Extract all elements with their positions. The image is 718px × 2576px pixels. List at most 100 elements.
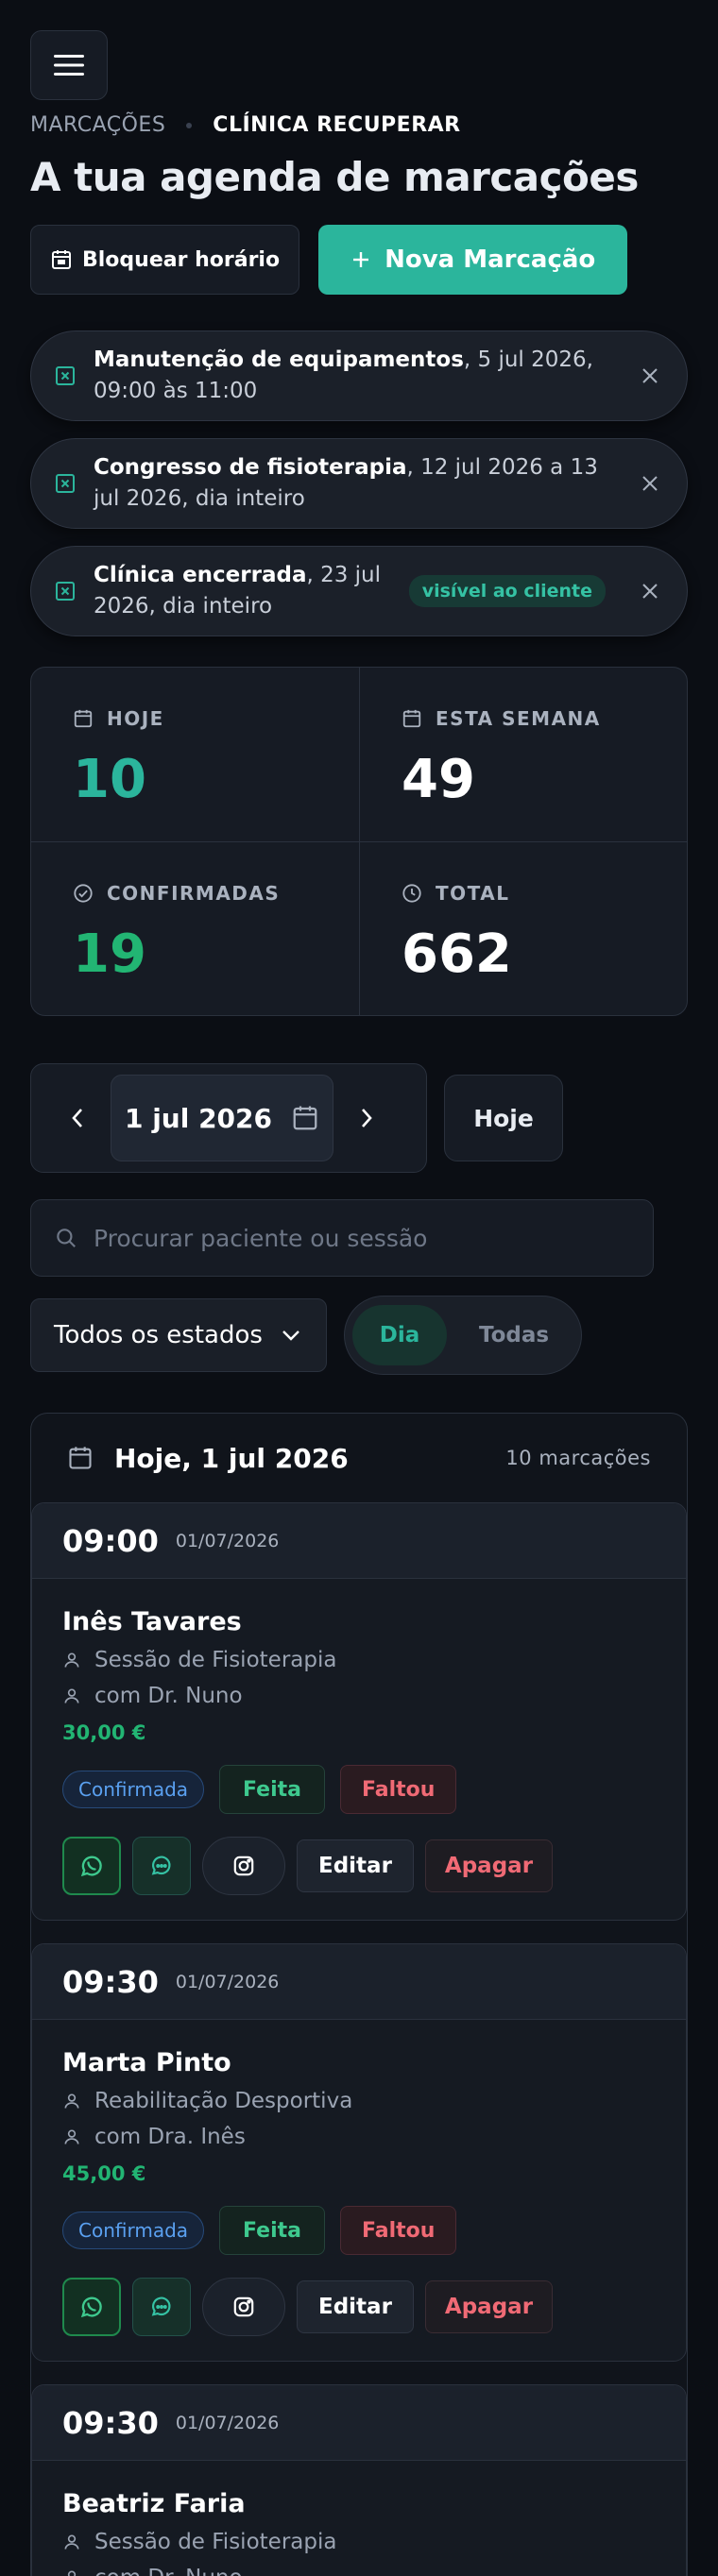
close-icon[interactable]: [640, 581, 660, 602]
appointment-header: 09:30 01/07/2026: [32, 1944, 686, 2020]
calendar-icon: [69, 1447, 92, 1469]
search-input[interactable]: [94, 1224, 630, 1252]
stat-value: 19: [73, 924, 146, 985]
instagram-icon: [233, 2296, 254, 2317]
appointment-service: Sessão de Fisioterapia: [62, 2530, 656, 2554]
close-icon[interactable]: [640, 473, 660, 494]
blocked-period-title: Congresso de fisioterapia: [94, 455, 407, 480]
appointment-therapist: com Dr. Nuno: [62, 2566, 656, 2576]
edit-button[interactable]: Editar: [297, 1839, 414, 1892]
stat-value: 49: [402, 749, 475, 810]
instagram-icon: [233, 1856, 254, 1876]
status-badge: Confirmada: [62, 2212, 205, 2249]
user-icon: [64, 2534, 79, 2550]
today-button[interactable]: Hoje: [444, 1075, 563, 1161]
header-actions: Bloquear horário Nova Marcação: [30, 225, 688, 295]
stat-today: HOJE 10: [31, 668, 359, 841]
stat-total: TOTAL 662: [359, 841, 687, 1015]
date-picker-button[interactable]: 1 jul 2026: [111, 1075, 333, 1161]
instagram-button[interactable]: [202, 2278, 285, 2336]
appointment-date: 01/07/2026: [175, 1971, 280, 1992]
stats-grid: HOJE 10 ESTA SEMANA 49 CONFIRMADAS 19 TO…: [30, 667, 688, 1016]
view-toggle: Dia Todas: [344, 1296, 582, 1375]
stat-value: 10: [73, 749, 146, 810]
appointment-service: Sessão de Fisioterapia: [62, 1648, 656, 1672]
edit-button[interactable]: Editar: [297, 2280, 414, 2333]
status-badge: Confirmada: [62, 1771, 205, 1808]
appointment-card: 09:30 01/07/2026 Beatriz Faria Sessão de…: [31, 2384, 687, 2576]
view-option-day[interactable]: Dia: [352, 1305, 447, 1365]
user-icon: [64, 1652, 79, 1668]
whatsapp-button[interactable]: [62, 2278, 121, 2336]
calendar-block-icon: [52, 250, 71, 269]
appointment-date: 01/07/2026: [175, 2412, 280, 2433]
breadcrumb-separator: [186, 122, 193, 128]
close-icon[interactable]: [640, 365, 660, 386]
previous-day-button[interactable]: [44, 1085, 111, 1151]
therapist-name: com Dr. Nuno: [94, 1684, 243, 1708]
patient-name: Beatriz Faria: [62, 2489, 246, 2518]
date-navigator: 1 jul 2026: [30, 1063, 427, 1173]
patient-name: Inês Tavares: [62, 1607, 242, 1636]
clock-icon: [402, 884, 421, 903]
breadcrumb: MARCAÇÕES CLÍNICA RECUPERAR: [30, 113, 688, 137]
sms-button[interactable]: [132, 2278, 191, 2336]
appointment-price: 30,00 €: [62, 1721, 146, 1744]
appointment-card: 09:00 01/07/2026 Inês Tavares Sessão de …: [31, 1502, 687, 1921]
blocked-period-text: Congresso de fisioterapia, 12 jul 2026 a…: [94, 452, 626, 515]
blocked-periods-list: Manutenção de equipamentos, 5 jul 2026, …: [30, 330, 688, 636]
stat-value: 662: [402, 924, 512, 985]
user-icon: [64, 2093, 79, 2109]
breadcrumb-item-bookings[interactable]: MARCAÇÕES: [30, 113, 165, 137]
view-option-all[interactable]: Todas: [454, 1305, 573, 1365]
chevron-down-icon: [282, 1330, 299, 1341]
blocked-period-text: Manutenção de equipamentos, 5 jul 2026, …: [94, 345, 626, 407]
block-time-label: Bloquear horário: [82, 247, 281, 272]
new-booking-button[interactable]: Nova Marcação: [318, 225, 628, 295]
search-icon: [57, 1229, 76, 1247]
stat-label: HOJE: [107, 707, 164, 730]
calendar-icon: [74, 709, 93, 728]
message-icon: [151, 1856, 171, 1875]
user-icon: [64, 1688, 79, 1703]
status-filter-select[interactable]: Todos os estados: [30, 1298, 327, 1372]
date-navigation-row: 1 jul 2026 Hoje: [30, 1063, 688, 1173]
calendar-icon: [293, 1106, 317, 1130]
mark-missed-button[interactable]: Faltou: [340, 1765, 457, 1814]
next-day-button[interactable]: [333, 1085, 400, 1151]
block-time-button[interactable]: Bloquear horário: [30, 225, 300, 295]
mark-done-button[interactable]: Feita: [219, 1765, 326, 1814]
stat-label: ESTA SEMANA: [436, 707, 601, 730]
blocked-period-text: Clínica encerrada, 23 jul 2026, dia inte…: [94, 560, 409, 622]
appointment-date: 01/07/2026: [175, 1530, 280, 1551]
appointment-header: 09:30 01/07/2026: [32, 2385, 686, 2461]
page-title: A tua agenda de marcações: [30, 154, 639, 200]
appointment-header: 09:00 01/07/2026: [32, 1503, 686, 1579]
whatsapp-button[interactable]: [62, 1837, 121, 1895]
sms-button[interactable]: [132, 1837, 191, 1895]
delete-button[interactable]: Apagar: [424, 2280, 554, 2333]
page: MARCAÇÕES CLÍNICA RECUPERAR A tua agenda…: [0, 0, 718, 2576]
service-name: Sessão de Fisioterapia: [94, 2530, 337, 2554]
blocked-period-item: Congresso de fisioterapia, 12 jul 2026 a…: [30, 438, 688, 529]
breadcrumb-item-clinic: CLÍNICA RECUPERAR: [213, 113, 461, 137]
blocked-period-item: Manutenção de equipamentos, 5 jul 2026, …: [30, 330, 688, 421]
blocked-calendar-icon: [56, 582, 75, 601]
visible-to-client-badge: visível ao cliente: [408, 575, 606, 607]
day-title: Hoje, 1 jul 2026: [114, 1442, 349, 1474]
blocked-period-title: Clínica encerrada: [94, 563, 307, 587]
mark-done-button[interactable]: Feita: [219, 2206, 326, 2255]
mark-missed-button[interactable]: Faltou: [340, 2206, 457, 2255]
service-name: Reabilitação Desportiva: [94, 2089, 353, 2113]
instagram-button[interactable]: [202, 1837, 285, 1895]
delete-button[interactable]: Apagar: [424, 1839, 554, 1892]
appointment-price: 45,00 €: [62, 2162, 146, 2185]
blocked-period-item: Clínica encerrada, 23 jul 2026, dia inte…: [30, 546, 688, 636]
blocked-calendar-icon: [56, 366, 75, 385]
hamburger-icon: [54, 55, 84, 76]
therapist-name: com Dra. Inês: [94, 2125, 246, 2149]
appointment-time: 09:30: [62, 1963, 159, 2000]
blocked-period-title: Manutenção de equipamentos: [94, 347, 464, 372]
search-bar: [30, 1199, 654, 1277]
menu-button[interactable]: [30, 30, 108, 100]
